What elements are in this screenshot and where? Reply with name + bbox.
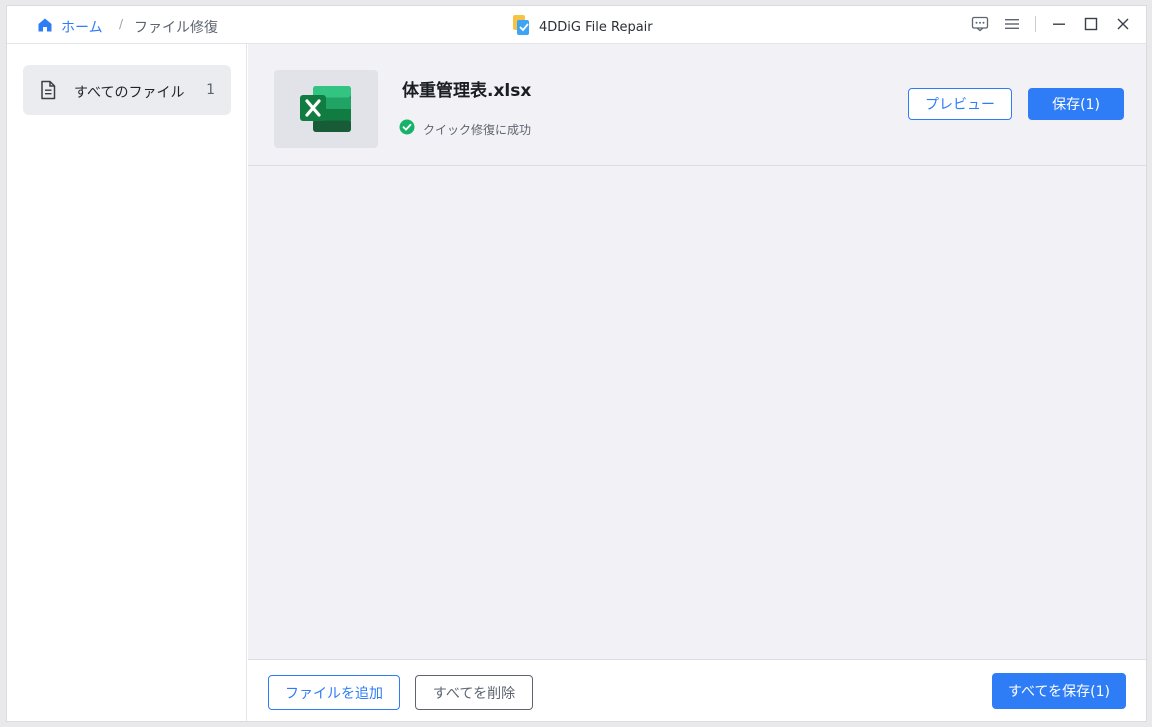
app-window: ホーム / ファイル修復 4DDiG File Repair すべてのファイル …	[6, 5, 1147, 722]
window-controls	[971, 15, 1132, 33]
file-row: 体重管理表.xlsx クイック修復に成功 プレビュー 保存(1)	[248, 44, 1146, 166]
breadcrumb-current: ファイル修復	[134, 20, 218, 36]
footer-bar: ファイルを追加 すべてを削除 すべてを保存(1)	[248, 659, 1146, 721]
maximize-icon[interactable]	[1082, 15, 1100, 33]
breadcrumb-home-label: ホーム	[61, 20, 103, 36]
controls-divider	[1035, 16, 1036, 32]
sidebar-item-count: 1	[206, 82, 215, 98]
menu-icon[interactable]	[1003, 15, 1021, 33]
success-check-icon	[399, 119, 415, 139]
preview-button[interactable]: プレビュー	[908, 88, 1012, 120]
close-icon[interactable]	[1114, 15, 1132, 33]
app-title-label: 4DDiG File Repair	[539, 19, 653, 35]
main-panel: 体重管理表.xlsx クイック修復に成功 プレビュー 保存(1) ファイルを追加…	[248, 44, 1146, 721]
title-bar: ホーム / ファイル修復 4DDiG File Repair	[7, 6, 1146, 44]
file-thumbnail	[274, 70, 378, 148]
minimize-icon[interactable]	[1050, 15, 1068, 33]
breadcrumb-home[interactable]: ホーム	[37, 17, 103, 37]
app-logo-icon	[511, 14, 531, 40]
breadcrumb-separator: /	[119, 17, 124, 31]
repair-status-label: クイック修復に成功	[423, 122, 532, 137]
app-title: 4DDiG File Repair	[511, 14, 653, 40]
document-icon	[39, 80, 57, 104]
sidebar: すべてのファイル 1	[7, 44, 247, 721]
repair-status: クイック修復に成功	[399, 119, 531, 139]
file-name: 体重管理表.xlsx	[402, 81, 532, 101]
add-file-button[interactable]: ファイルを追加	[268, 675, 400, 710]
feedback-icon[interactable]	[971, 15, 989, 33]
sidebar-item-label: すべてのファイル	[74, 85, 185, 101]
home-icon	[37, 17, 53, 37]
save-all-button[interactable]: すべてを保存(1)	[992, 673, 1126, 709]
sidebar-item-all-files[interactable]: すべてのファイル 1	[23, 65, 231, 115]
save-button[interactable]: 保存(1)	[1028, 88, 1124, 120]
delete-all-button[interactable]: すべてを削除	[415, 675, 533, 710]
